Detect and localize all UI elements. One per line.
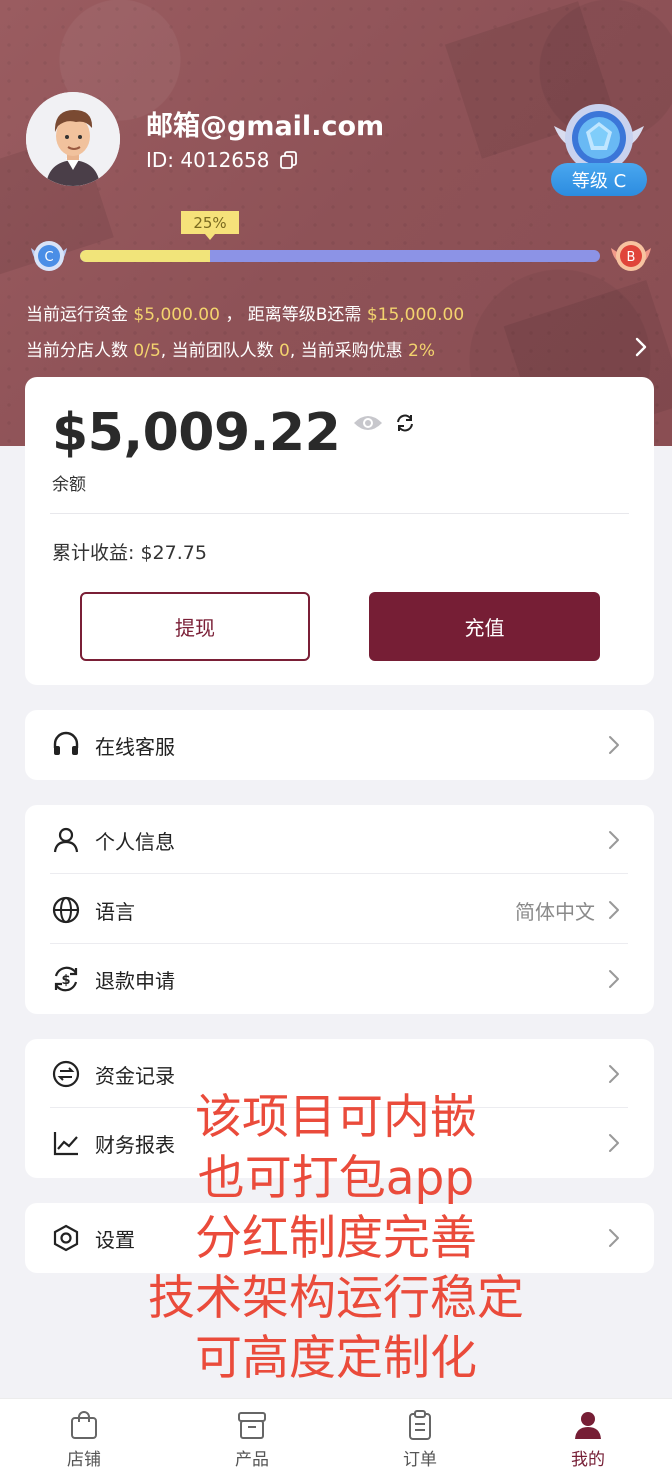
shop-bag-icon	[71, 1411, 97, 1439]
tab-shop[interactable]: 店铺	[0, 1399, 168, 1470]
stores-label: 当前分店人数	[26, 341, 128, 361]
chevron-right-icon	[609, 901, 619, 919]
tab-mine[interactable]: 我的	[504, 1399, 672, 1470]
tab-orders[interactable]: 订单	[336, 1399, 504, 1470]
tab-label: 产品	[235, 1450, 269, 1470]
total-earnings: 累计收益: $27.75	[52, 542, 207, 564]
menu-label: 资金记录	[95, 1063, 175, 1088]
level-progress-fill	[80, 250, 210, 262]
divider	[50, 513, 629, 514]
chevron-right-icon	[609, 1065, 619, 1083]
funds-label: 当前运行资金	[26, 305, 128, 325]
level-c-icon: C	[31, 241, 67, 271]
upgrade-need-label: ， 距离等级B还需	[225, 305, 362, 325]
stores-value: 0/5	[133, 341, 161, 361]
team-info-line: 当前分店人数 0/5, 当前团队人数 0, 当前采购优惠 2%	[26, 336, 435, 361]
chevron-right-icon	[609, 970, 619, 988]
tab-label: 订单	[403, 1450, 437, 1470]
team-label: , 当前团队人数	[160, 341, 274, 361]
clipboard-icon	[409, 1410, 431, 1440]
chevron-right-icon[interactable]	[634, 336, 648, 358]
overlay-text-line: 也可打包app	[197, 1151, 475, 1206]
menu-label: 在线客服	[95, 734, 175, 759]
exchange-icon	[52, 1060, 80, 1088]
level-badge[interactable]: 等级 C	[551, 163, 647, 196]
overlay-text-line: 可高度定制化	[195, 1331, 477, 1386]
menu-label: 语言	[95, 899, 135, 924]
running-funds-value: $5,000.00	[133, 305, 220, 325]
tab-label: 店铺	[67, 1450, 101, 1470]
divider	[50, 873, 628, 874]
overlay-text-line: 分红制度完善	[195, 1211, 477, 1266]
balance-label: 余额	[52, 475, 86, 495]
funds-info-line: 当前运行资金 $5,000.00 ， 距离等级B还需 $15,000.00	[26, 300, 464, 325]
eye-icon[interactable]	[352, 413, 384, 433]
tab-products[interactable]: 产品	[168, 1399, 336, 1470]
refund-icon: $	[54, 966, 78, 992]
level-progress-bar	[80, 250, 600, 262]
overlay-text-line: 技术架构运行稳定	[148, 1271, 524, 1326]
chevron-right-icon	[609, 831, 619, 849]
recharge-button[interactable]: 充值	[369, 592, 600, 661]
menu-item-refund[interactable]: $ 退款申请	[25, 944, 647, 1014]
language-value: 简体中文	[515, 899, 595, 924]
menu-item-personal-info[interactable]: 个人信息	[25, 805, 647, 875]
discount-value: 2%	[408, 341, 436, 361]
svg-text:C: C	[44, 250, 53, 265]
svg-text:$: $	[61, 973, 70, 988]
menu-label: 个人信息	[95, 829, 175, 854]
progress-percent: 25%	[181, 211, 239, 240]
headset-icon	[53, 731, 79, 755]
avatar[interactable]	[26, 92, 120, 186]
balance-amount: $5,009.22	[52, 403, 341, 463]
archive-box-icon	[238, 1412, 266, 1439]
withdraw-button[interactable]: 提现	[80, 592, 310, 661]
menu-item-language[interactable]: 语言 简体中文	[25, 875, 647, 945]
globe-icon	[52, 896, 80, 924]
level-b-icon: B	[611, 241, 651, 271]
balance-card: $5,009.22 余额 累计收益: $27.75 提现 充值	[25, 377, 654, 685]
user-id: ID: 4012658	[146, 148, 270, 172]
tab-label: 我的	[571, 1450, 605, 1470]
menu-label: 退款申请	[95, 968, 175, 993]
user-icon	[575, 1412, 601, 1439]
user-icon	[53, 827, 79, 853]
overlay-text-line: 该项目可内嵌	[195, 1090, 477, 1145]
bottom-tab-bar: 店铺 产品 订单 我的	[0, 1398, 672, 1470]
user-email: 邮箱@gmail.com	[146, 111, 385, 142]
discount-label: , 当前采购优惠	[289, 341, 403, 361]
chevron-right-icon	[609, 736, 619, 754]
user-id-row: ID: 4012658	[146, 148, 299, 172]
refresh-icon[interactable]	[394, 412, 416, 434]
menu-item-service[interactable]: 在线客服	[25, 710, 647, 780]
copy-icon[interactable]	[279, 150, 299, 170]
svg-text:B: B	[627, 250, 636, 265]
team-value: 0	[278, 341, 290, 361]
upgrade-need-value: $15,000.00	[366, 305, 465, 325]
